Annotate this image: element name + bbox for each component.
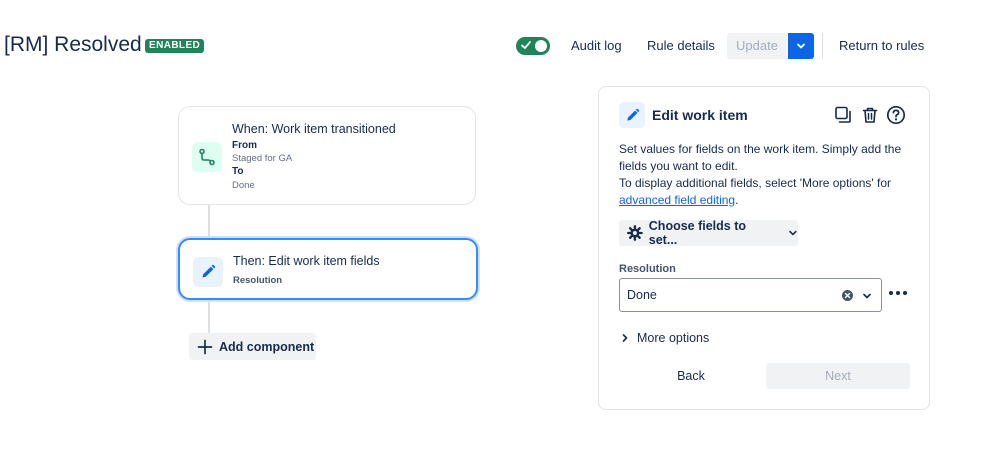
rule-title: [RM] Resolved xyxy=(4,33,142,56)
copy-icon xyxy=(835,106,851,123)
action-title: Then: Edit work item fields xyxy=(233,254,380,268)
toggle-knob xyxy=(535,40,547,52)
description-line-1: Set values for fields on the work item. … xyxy=(619,142,902,173)
action-card[interactable]: Then: Edit work item fields Resolution xyxy=(178,238,478,300)
trigger-from-value: Staged for GA xyxy=(232,153,293,164)
help-icon xyxy=(886,105,906,125)
delete-button[interactable] xyxy=(859,104,881,126)
action-icon-box xyxy=(193,257,223,287)
trigger-icon-box xyxy=(192,142,222,172)
duplicate-button[interactable] xyxy=(832,104,854,126)
add-component-label: Add component xyxy=(219,339,315,354)
trigger-from-label: From xyxy=(232,140,257,151)
gear-icon xyxy=(627,225,643,241)
panel-title: Edit work item xyxy=(652,107,748,123)
resolution-field-label: Resolution xyxy=(619,263,676,275)
choose-fields-button[interactable]: Choose fields to set... xyxy=(619,219,798,247)
header-divider xyxy=(822,33,823,59)
choose-fields-label: Choose fields to set... xyxy=(648,219,747,247)
resolution-select[interactable]: Done xyxy=(619,278,882,312)
advanced-field-editing-link[interactable]: advanced field editing xyxy=(619,193,735,207)
pencil-icon xyxy=(202,264,216,278)
next-button[interactable]: Next xyxy=(766,363,910,389)
chevron-down-icon xyxy=(797,43,805,49)
panel-description: Set values for fields on the work item. … xyxy=(619,141,919,209)
chevron-down-icon xyxy=(789,230,797,236)
more-options-toggle[interactable]: More options xyxy=(621,331,709,345)
pencil-icon xyxy=(626,108,639,121)
chevron-right-icon xyxy=(622,334,628,342)
trigger-to-value: Done xyxy=(232,180,255,191)
panel-icon-box xyxy=(619,102,645,128)
clear-icon[interactable] xyxy=(842,290,853,301)
description-end: . xyxy=(735,193,739,207)
audit-log-button[interactable]: Audit log xyxy=(571,33,622,59)
edit-work-item-panel: Edit work item Set values for fields on … xyxy=(598,86,930,410)
plus-icon xyxy=(197,339,213,354)
trigger-to-label: To xyxy=(232,166,244,177)
status-badge: ENABLED xyxy=(145,39,205,53)
rule-enabled-toggle[interactable] xyxy=(516,37,550,55)
more-options-label: More options xyxy=(637,331,710,345)
rule-details-button[interactable]: Rule details xyxy=(647,33,715,59)
help-button[interactable] xyxy=(885,104,907,126)
add-component-button[interactable]: Add component xyxy=(189,333,316,360)
chevron-down-icon xyxy=(863,293,871,299)
return-to-rules-button[interactable]: Return to rules xyxy=(839,33,924,59)
update-button[interactable]: Update xyxy=(727,33,787,59)
trigger-title: When: Work item transitioned xyxy=(232,122,396,136)
back-button[interactable]: Back xyxy=(641,363,741,389)
trash-icon xyxy=(862,107,878,123)
branch-icon xyxy=(199,148,215,166)
description-line-2: To display additional fields, select 'Mo… xyxy=(619,176,892,190)
update-dropdown-button[interactable] xyxy=(788,33,814,59)
resolution-select-value: Done xyxy=(627,288,657,302)
action-field: Resolution xyxy=(233,275,283,286)
more-icon[interactable] xyxy=(888,287,908,299)
trigger-card[interactable]: When: Work item transitioned From Staged… xyxy=(178,106,476,205)
check-icon xyxy=(521,41,531,49)
